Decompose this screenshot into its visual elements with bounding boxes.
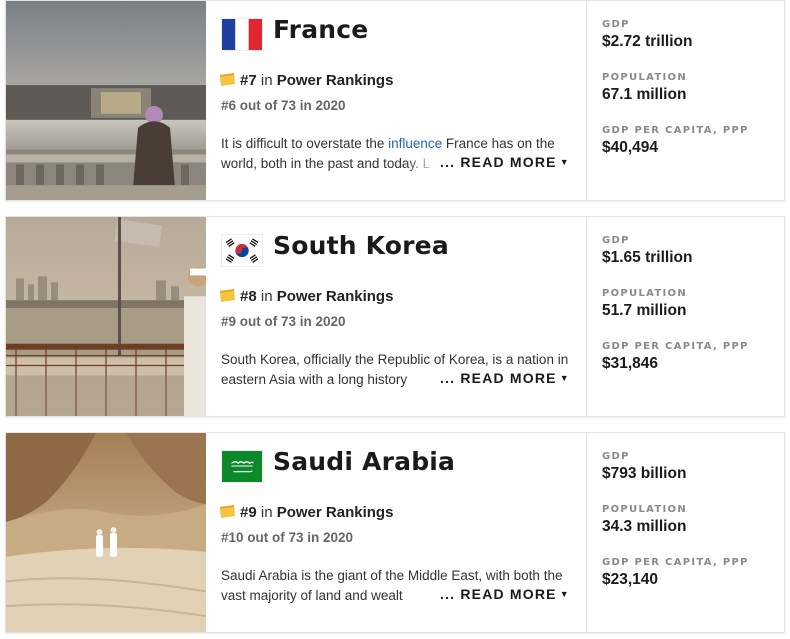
country-card-saudi-arabia[interactable]: Saudi Arabia #9 in Power Rankings #10 ou… [5, 432, 785, 633]
trophy-badge-icon [220, 505, 235, 518]
population-value: 51.7 million [602, 302, 687, 319]
read-more-button[interactable]: ... READ MORE ▼ [438, 370, 570, 386]
chevron-down-icon: ▼ [559, 589, 570, 599]
read-more-label: ... READ MORE [440, 370, 557, 386]
divider [586, 433, 587, 632]
previous-rank: #6 out of 73 in 2020 [221, 98, 346, 113]
population-value: 34.3 million [602, 518, 687, 535]
read-more-label: ... READ MORE [440, 586, 557, 602]
gdp-label: GDP [602, 451, 630, 462]
france-flag-icon [221, 18, 263, 51]
population-value: 67.1 million [602, 86, 687, 103]
country-card-france[interactable]: France #7 in Power Rankings #6 out of 73… [5, 0, 785, 201]
rank-label: Power Rankings [276, 72, 394, 89]
stats-panel: GDP $1.65 trillion POPULATION 51.7 milli… [602, 217, 782, 416]
rank-label: Power Rankings [276, 504, 394, 521]
trophy-badge-icon [220, 73, 235, 86]
previous-rank: #10 out of 73 in 2020 [221, 530, 354, 545]
desert-photo-image [6, 433, 206, 632]
saudi-arabia-flag-icon [221, 450, 263, 483]
rank-number: #7 [240, 72, 257, 89]
south-korea-flag-icon [221, 234, 263, 267]
gdp-label: GDP [602, 235, 630, 246]
country-photo[interactable] [6, 433, 206, 632]
rank-number: #8 [240, 288, 257, 305]
power-ranking[interactable]: #7 in Power Rankings [219, 72, 393, 89]
influence-link[interactable]: influence [388, 136, 442, 151]
country-name[interactable]: France [273, 15, 368, 44]
country-name[interactable]: Saudi Arabia [273, 447, 455, 476]
gdp-per-capita-value: $31,846 [602, 355, 659, 372]
previous-rank: #9 out of 73 in 2020 [221, 314, 346, 329]
gdp-per-capita-value: $23,140 [602, 571, 659, 588]
seoul-photo-image [6, 217, 206, 416]
power-ranking[interactable]: #9 in Power Rankings [219, 504, 393, 521]
country-name[interactable]: South Korea [273, 231, 449, 260]
trophy-badge-icon [220, 289, 235, 302]
read-more-button[interactable]: ... READ MORE ▼ [438, 586, 570, 602]
rank-label: Power Rankings [276, 288, 394, 305]
rank-in: in [260, 288, 273, 305]
stats-panel: GDP $2.72 trillion POPULATION 67.1 milli… [602, 1, 782, 200]
gdp-value: $2.72 trillion [602, 33, 693, 50]
read-more-button[interactable]: ... READ MORE ▼ [438, 154, 570, 170]
divider [586, 217, 587, 416]
rank-number: #9 [240, 504, 257, 521]
country-card-south-korea[interactable]: South Korea #8 in Power Rankings #9 out … [5, 216, 785, 417]
stats-panel: GDP $793 billion POPULATION 34.3 million… [602, 433, 782, 632]
read-more-label: ... READ MORE [440, 154, 557, 170]
population-label: POPULATION [602, 288, 688, 299]
gdp-label: GDP [602, 19, 630, 30]
chevron-down-icon: ▼ [559, 157, 570, 167]
population-label: POPULATION [602, 72, 688, 83]
description-text: It is difficult to overstate the [221, 136, 389, 151]
gdp-value: $793 billion [602, 465, 687, 482]
population-label: POPULATION [602, 504, 688, 515]
country-photo[interactable] [6, 1, 206, 200]
divider [586, 1, 587, 200]
country-photo[interactable] [6, 217, 206, 416]
gdp-per-capita-label: GDP PER CAPITA, PPP [602, 341, 749, 352]
gdp-per-capita-label: GDP PER CAPITA, PPP [602, 557, 749, 568]
gdp-per-capita-label: GDP PER CAPITA, PPP [602, 125, 749, 136]
gdp-value: $1.65 trillion [602, 249, 693, 266]
rank-in: in [260, 504, 273, 521]
chevron-down-icon: ▼ [559, 373, 570, 383]
power-ranking[interactable]: #8 in Power Rankings [219, 288, 393, 305]
paris-photo-image [6, 1, 206, 200]
gdp-per-capita-value: $40,494 [602, 139, 659, 156]
rank-in: in [260, 72, 273, 89]
